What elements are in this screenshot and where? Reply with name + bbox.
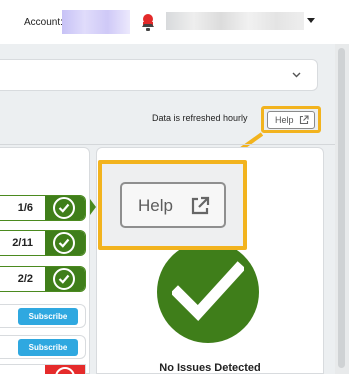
list-item[interactable]: 2/2: [0, 266, 86, 292]
account-name-redacted[interactable]: [62, 10, 130, 34]
chevron-down-icon[interactable]: [307, 18, 315, 23]
account-label: Account:: [24, 17, 63, 28]
list-item[interactable]: [0, 364, 86, 374]
refresh-info-text: Data is refreshed hourly: [152, 113, 248, 123]
list-item: Subscribe: [0, 335, 86, 359]
bell-icon[interactable]: [141, 12, 155, 32]
section-divider: [0, 144, 335, 145]
list-item[interactable]: 1/6: [0, 195, 86, 221]
help-button-label: Help: [138, 196, 173, 215]
check-circle-icon: [53, 232, 75, 254]
top-bar: Account:: [0, 0, 349, 44]
user-name-redacted[interactable]: [166, 12, 304, 30]
row-count: 2/2: [17, 273, 33, 285]
status-alert-badge: [45, 365, 85, 374]
status-ok-badge: [45, 196, 85, 220]
check-circle-icon: [53, 268, 75, 290]
help-button-zoomed[interactable]: Help: [120, 182, 226, 228]
alert-circle-icon: [55, 367, 75, 374]
external-link-icon: [299, 115, 309, 125]
check-circle-icon: [53, 197, 75, 219]
row-count: 1/6: [17, 202, 33, 214]
status-ok-badge: [45, 231, 85, 255]
list-item[interactable]: 2/11: [0, 230, 86, 256]
filter-select[interactable]: [0, 59, 318, 91]
help-button-highlight: Help: [261, 106, 321, 133]
external-link-icon: [191, 196, 210, 215]
help-button[interactable]: Help: [267, 111, 315, 129]
status-ok-badge: [45, 267, 85, 291]
status-text: No Issues Detected: [159, 362, 261, 374]
row-count: 2/11: [12, 237, 33, 249]
help-zoom-callout: Help: [98, 160, 247, 250]
scrollbar-thumb[interactable]: [338, 48, 345, 368]
help-button-label: Help: [275, 115, 294, 125]
subscribe-button[interactable]: Subscribe: [18, 308, 78, 325]
subscribe-button[interactable]: Subscribe: [18, 339, 78, 356]
check-circle-icon: [157, 241, 259, 343]
chevron-down-icon[interactable]: [292, 70, 301, 79]
list-item: Subscribe: [0, 304, 86, 328]
